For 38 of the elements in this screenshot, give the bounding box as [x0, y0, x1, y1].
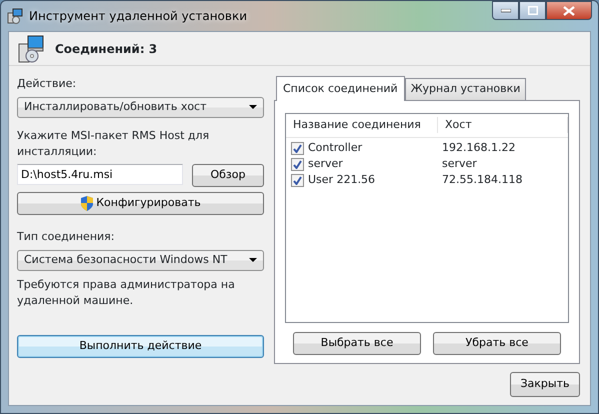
minimize-button[interactable]: [492, 1, 519, 20]
msi-label: Укажите MSI-пакет RMS Host для инсталляции:: [17, 128, 210, 160]
minimize-icon: [500, 8, 510, 12]
host-address: server: [442, 156, 477, 172]
run-action-button[interactable]: Выполнить действие: [17, 335, 264, 358]
column-header[interactable]: Название соединения: [286, 116, 438, 134]
host-address: 72.55.184.118: [442, 172, 522, 188]
maximize-icon: [528, 6, 538, 15]
browse-button[interactable]: Обзор: [192, 164, 264, 186]
caret-icon: [249, 258, 257, 262]
window-title: Инструмент удаленной установки: [29, 8, 248, 25]
configure-button[interactable]: Конфигурировать: [17, 192, 264, 215]
caret-icon: [249, 105, 257, 109]
shield-icon: [80, 196, 94, 211]
action-label: Действие:: [17, 76, 78, 92]
checkbox[interactable]: [291, 158, 304, 171]
close-icon: [563, 6, 575, 16]
connection-type-label: Тип соединения:: [17, 229, 116, 245]
connections-count: Соединений: 3: [55, 40, 158, 58]
select-all-button[interactable]: Выбрать все: [293, 332, 421, 355]
connection-name: Controller: [307, 140, 364, 156]
tab[interactable]: Журнал установки: [404, 78, 526, 100]
tab[interactable]: Список соединений: [276, 76, 405, 100]
admin-rights-note: Требуются права администратора на удаленной машине.: [17, 276, 236, 309]
clear-all-button[interactable]: Убрать все: [433, 332, 561, 355]
checkbox[interactable]: [291, 174, 304, 187]
connection-name: User 221.56: [307, 172, 376, 188]
host-address: 192.168.1.22: [442, 140, 516, 156]
installer-app-icon: [7, 8, 23, 24]
msi-path-field[interactable]: D:\host5.4ru.msi: [17, 164, 183, 184]
action-dropdown[interactable]: Инсталлировать/обновить хост: [17, 96, 264, 118]
close-window-button[interactable]: [546, 1, 592, 20]
connection-name: server: [307, 156, 344, 172]
connection-type-dropdown[interactable]: Система безопасности Windows NT: [17, 250, 264, 270]
checkbox[interactable]: [291, 142, 304, 155]
maximize-button[interactable]: [519, 1, 546, 20]
close-button[interactable]: Закрыть: [510, 372, 580, 397]
column-header[interactable]: Хост: [438, 116, 568, 134]
